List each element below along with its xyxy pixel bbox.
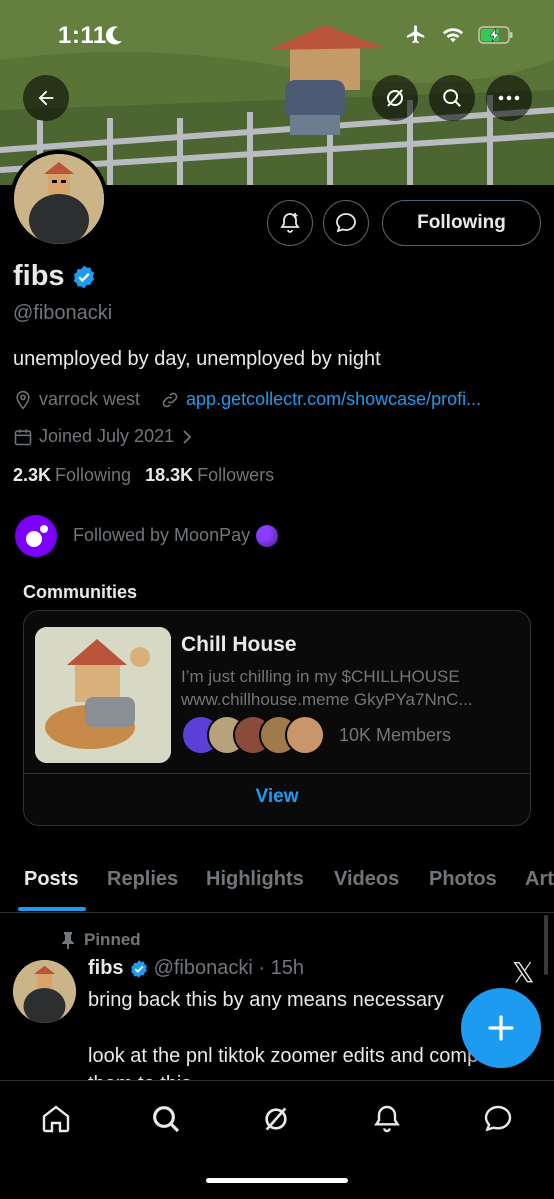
following-count-link[interactable]: 2.3K Following [13,465,131,486]
home-icon [42,1105,70,1133]
grok-icon [387,89,403,107]
verified-icon [130,959,147,978]
post-author-avatar[interactable] [13,960,76,1023]
pinned-label-row: Pinned [60,930,141,950]
post-header: fibs @fibonacki · 15h [88,957,304,980]
community-name: Chill House [181,633,297,656]
following-label: Following [55,465,132,485]
moonpay-avatar [15,515,57,557]
message-icon [484,1105,512,1132]
link-icon [162,392,178,407]
member-avatar [285,715,325,755]
profile-name-row: fibs [13,260,97,293]
bell-icon [374,1105,400,1133]
more-icon [498,95,520,101]
purple-circle-icon [256,525,279,548]
pinned-label: Pinned [84,930,141,949]
following-count: 2.3K [13,465,52,485]
tab-posts[interactable]: Posts [24,868,78,891]
profile-website-link[interactable]: app.getcollectr.com/showcase/profi... [186,389,481,410]
back-arrow-icon [38,90,54,106]
message-button[interactable] [323,200,369,246]
moon-icon [105,26,122,45]
nav-grok[interactable] [256,1099,296,1139]
nav-messages[interactable] [478,1099,518,1139]
back-button[interactable] [23,75,69,121]
profile-meta-location-website: varrock west app.getcollectr.com/showcas… [13,389,481,410]
x-logo-icon: 𝕏 [512,957,535,988]
plus-icon [488,1015,514,1041]
profile-handle: @fibonacki [13,302,113,324]
nav-notifications[interactable] [367,1099,407,1139]
profile-joined-row[interactable]: Joined July 2021 [13,426,194,447]
active-tab-indicator [18,907,86,911]
verified-icon [73,265,94,288]
following-button[interactable]: Following [382,200,541,246]
post-handle-time: @fibonacki · 15h [153,957,304,979]
airplane-icon [406,25,425,44]
message-icon [336,213,356,233]
scrollbar[interactable] [544,915,548,975]
followed-by-row[interactable]: Followed by MoonPay [15,515,279,557]
community-description: I’m just chilling in my $CHILLHOUSE www.… [181,665,511,711]
community-card[interactable]: Chill House I’m just chilling in my $CHI… [23,610,531,826]
compose-button[interactable] [461,988,541,1068]
wifi-icon [442,28,464,43]
notification-subscribe-button[interactable] [267,200,313,246]
pin-icon [62,932,74,949]
community-view-button[interactable]: View [24,786,530,808]
tab-highlights[interactable]: Highlights [206,868,304,891]
profile-joined: Joined July 2021 [39,426,175,446]
profile-counts: 2.3K Following 18.3K Followers [13,465,274,486]
profile-avatar[interactable] [10,150,108,248]
community-image [35,627,171,763]
profile-tabs: Posts Replies Highlights Videos Photos A… [0,855,554,913]
followers-label: Followers [197,465,275,485]
community-description-line2: www.chillhouse.meme GkyPYa7NnC... [181,690,473,709]
followers-count-link[interactable]: 18.3K Followers [145,465,274,486]
search-icon [153,1106,180,1133]
grok-icon [265,1107,287,1131]
followers-count: 18.3K [145,465,194,485]
grok-button[interactable] [372,75,418,121]
profile-bio: unemployed by day, unemployed by night [13,348,381,370]
calendar-icon [14,429,32,445]
status-time: 1:11 [58,22,107,49]
profile-name: fibs [13,260,65,292]
notification-add-icon [280,213,300,233]
followed-by-text: Followed by MoonPay [73,524,251,545]
status-bar: 1:11 [0,0,554,70]
tab-articles[interactable]: Art [525,868,554,891]
tab-videos[interactable]: Videos [334,868,399,891]
chevron-right-icon [183,429,192,444]
tab-photos[interactable]: Photos [429,868,497,891]
search-button[interactable] [429,75,475,121]
community-members-row: 10K Members [181,715,451,755]
nav-search[interactable] [146,1099,186,1139]
battery-icon [478,26,513,44]
search-icon [443,89,461,107]
home-indicator [206,1178,348,1183]
card-divider [24,773,530,774]
profile-location: varrock west [39,389,141,409]
location-icon [16,390,30,409]
more-button[interactable] [486,75,532,121]
nav-home[interactable] [36,1099,76,1139]
tab-replies[interactable]: Replies [107,868,178,891]
communities-heading: Communities [23,582,138,602]
post-author-name[interactable]: fibs [88,957,124,980]
community-description-line1: I’m just chilling in my $CHILLHOUSE [181,667,460,686]
community-members-count: 10K Members [339,724,452,745]
